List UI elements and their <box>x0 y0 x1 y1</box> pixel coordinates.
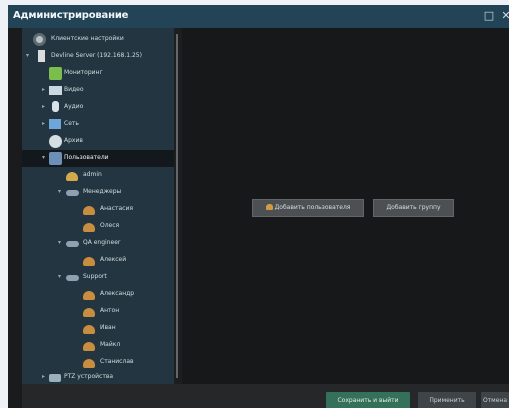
chevron-down-icon[interactable]: ▾ <box>24 52 31 59</box>
tree-item-client-settings-label: Клиентские настройки <box>51 35 124 42</box>
server-icon <box>38 50 45 62</box>
window-titlebar: Администрирование □ ✕ <box>8 5 509 28</box>
video-icon <box>49 86 62 95</box>
tree-item-admin-label: admin <box>83 171 102 178</box>
tree-item-maxim-label: Майкл <box>100 341 121 348</box>
tree-item-users[interactable]: ▾ Пользователи <box>22 150 174 167</box>
tree-item-network[interactable]: ▸ Сеть <box>22 116 174 133</box>
tree-item-client-settings[interactable]: Клиентские настройки <box>22 31 174 48</box>
tree-item-anton-label: Антон <box>100 307 120 314</box>
tree-item-archive[interactable]: Архив <box>22 133 174 150</box>
tree-item-audio-label: Аудио <box>64 103 84 110</box>
save-exit-button[interactable]: Сохранить и выйти <box>326 392 410 408</box>
tree-item-alexey-label: Алексей <box>100 256 127 263</box>
tree-item-managers[interactable]: ▾ Менеджеры <box>22 184 174 201</box>
tree-item-olesya-label: Олеся <box>100 222 120 229</box>
tree-item-users-label: Пользователи <box>64 154 109 161</box>
tree-item-audio[interactable]: ▸ Аудио <box>22 99 174 116</box>
monitoring-icon <box>49 67 62 80</box>
cancel-button[interactable]: Отмена <box>481 392 509 408</box>
network-icon <box>49 119 61 129</box>
tree-item-ivan-label: Иван <box>100 324 116 331</box>
tree-item-alexander-label: Александр <box>100 290 135 297</box>
users-icon <box>49 152 62 165</box>
tree-item-monitoring[interactable]: Мониторинг <box>22 65 174 82</box>
tree-item-video-label: Видео <box>64 86 84 93</box>
tree-item-server[interactable]: ▾ Devline Server (192.168.1.25) <box>22 48 174 65</box>
maximize-icon[interactable]: □ <box>482 9 496 23</box>
group-icon <box>66 275 79 281</box>
tree-item-stanislav-label: Станислав <box>100 358 134 365</box>
settings-tree: Клиентские настройки ▾ Devline Server (1… <box>22 28 174 384</box>
add-user-button[interactable]: Добавить пользователя <box>252 199 364 217</box>
add-group-button[interactable]: Добавить группу <box>373 199 454 217</box>
tree-item-video[interactable]: ▸ Видео <box>22 82 174 99</box>
user-icon <box>83 359 95 368</box>
tree-item-support[interactable]: ▾ Support <box>22 269 174 286</box>
splitter-handle[interactable] <box>176 34 178 378</box>
chevron-down-icon[interactable]: ▾ <box>40 154 47 161</box>
user-icon <box>83 206 95 215</box>
user-icon <box>83 257 95 266</box>
tree-item-anastasia-label: Анастасия <box>100 205 133 212</box>
chevron-down-icon[interactable]: ▾ <box>56 188 63 195</box>
tree-item-archive-label: Архив <box>64 137 83 144</box>
archive-icon <box>49 135 62 148</box>
ptz-camera-icon <box>49 374 61 382</box>
group-icon <box>66 241 79 247</box>
gear-icon <box>33 33 46 46</box>
users-main-panel: Добавить пользователя Добавить группу <box>182 28 509 384</box>
tree-item-ivan[interactable]: Иван <box>22 320 174 337</box>
tree-item-admin[interactable]: admin <box>22 167 174 184</box>
tree-item-alexey[interactable]: Алексей <box>22 252 174 269</box>
tree-item-maxim[interactable]: Майкл <box>22 337 174 354</box>
user-add-icon <box>265 204 273 210</box>
tree-item-qa-engineer-label: QA engineer <box>83 239 121 246</box>
tree-item-anton[interactable]: Антон <box>22 303 174 320</box>
admin-window: Администрирование □ ✕ Клиентские настрой… <box>8 5 509 408</box>
tree-item-managers-label: Менеджеры <box>83 188 122 195</box>
chevron-down-icon[interactable]: ▾ <box>56 239 63 246</box>
add-user-button-label: Добавить пользователя <box>274 204 351 211</box>
tree-item-network-label: Сеть <box>64 120 79 127</box>
tree-item-qa-engineer[interactable]: ▾ QA engineer <box>22 235 174 252</box>
microphone-icon <box>52 101 59 112</box>
user-icon <box>83 325 95 334</box>
user-icon <box>83 223 95 232</box>
chevron-right-icon[interactable]: ▸ <box>40 373 47 380</box>
group-icon <box>66 190 79 196</box>
tree-item-ptz-label: PTZ устройства <box>64 373 114 380</box>
tree-item-server-label: Devline Server (192.168.1.25) <box>51 52 142 59</box>
close-icon[interactable]: ✕ <box>499 9 509 23</box>
tree-item-anastasia[interactable]: Анастасия <box>22 201 174 218</box>
chevron-right-icon[interactable]: ▸ <box>40 86 47 93</box>
window-title: Администрирование <box>13 10 129 21</box>
dialog-footer: Сохранить и выйти Применить Отмена <box>22 384 509 408</box>
add-group-button-label: Добавить группу <box>386 204 441 211</box>
chevron-down-icon[interactable]: ▾ <box>56 273 63 280</box>
chevron-right-icon[interactable]: ▸ <box>40 103 47 110</box>
user-icon <box>83 291 95 300</box>
tree-item-alexander[interactable]: Александр <box>22 286 174 303</box>
apply-button[interactable]: Применить <box>418 392 476 408</box>
tree-item-support-label: Support <box>83 273 107 280</box>
tree-item-olesya[interactable]: Олеся <box>22 218 174 235</box>
user-icon <box>83 308 95 317</box>
tree-item-monitoring-label: Мониторинг <box>64 69 103 76</box>
admin-user-icon <box>66 172 78 181</box>
user-icon <box>83 342 95 351</box>
pane-splitter[interactable] <box>174 28 182 384</box>
chevron-right-icon[interactable]: ▸ <box>40 120 47 127</box>
tree-item-ptz[interactable]: ▸ PTZ устройства <box>22 369 174 384</box>
